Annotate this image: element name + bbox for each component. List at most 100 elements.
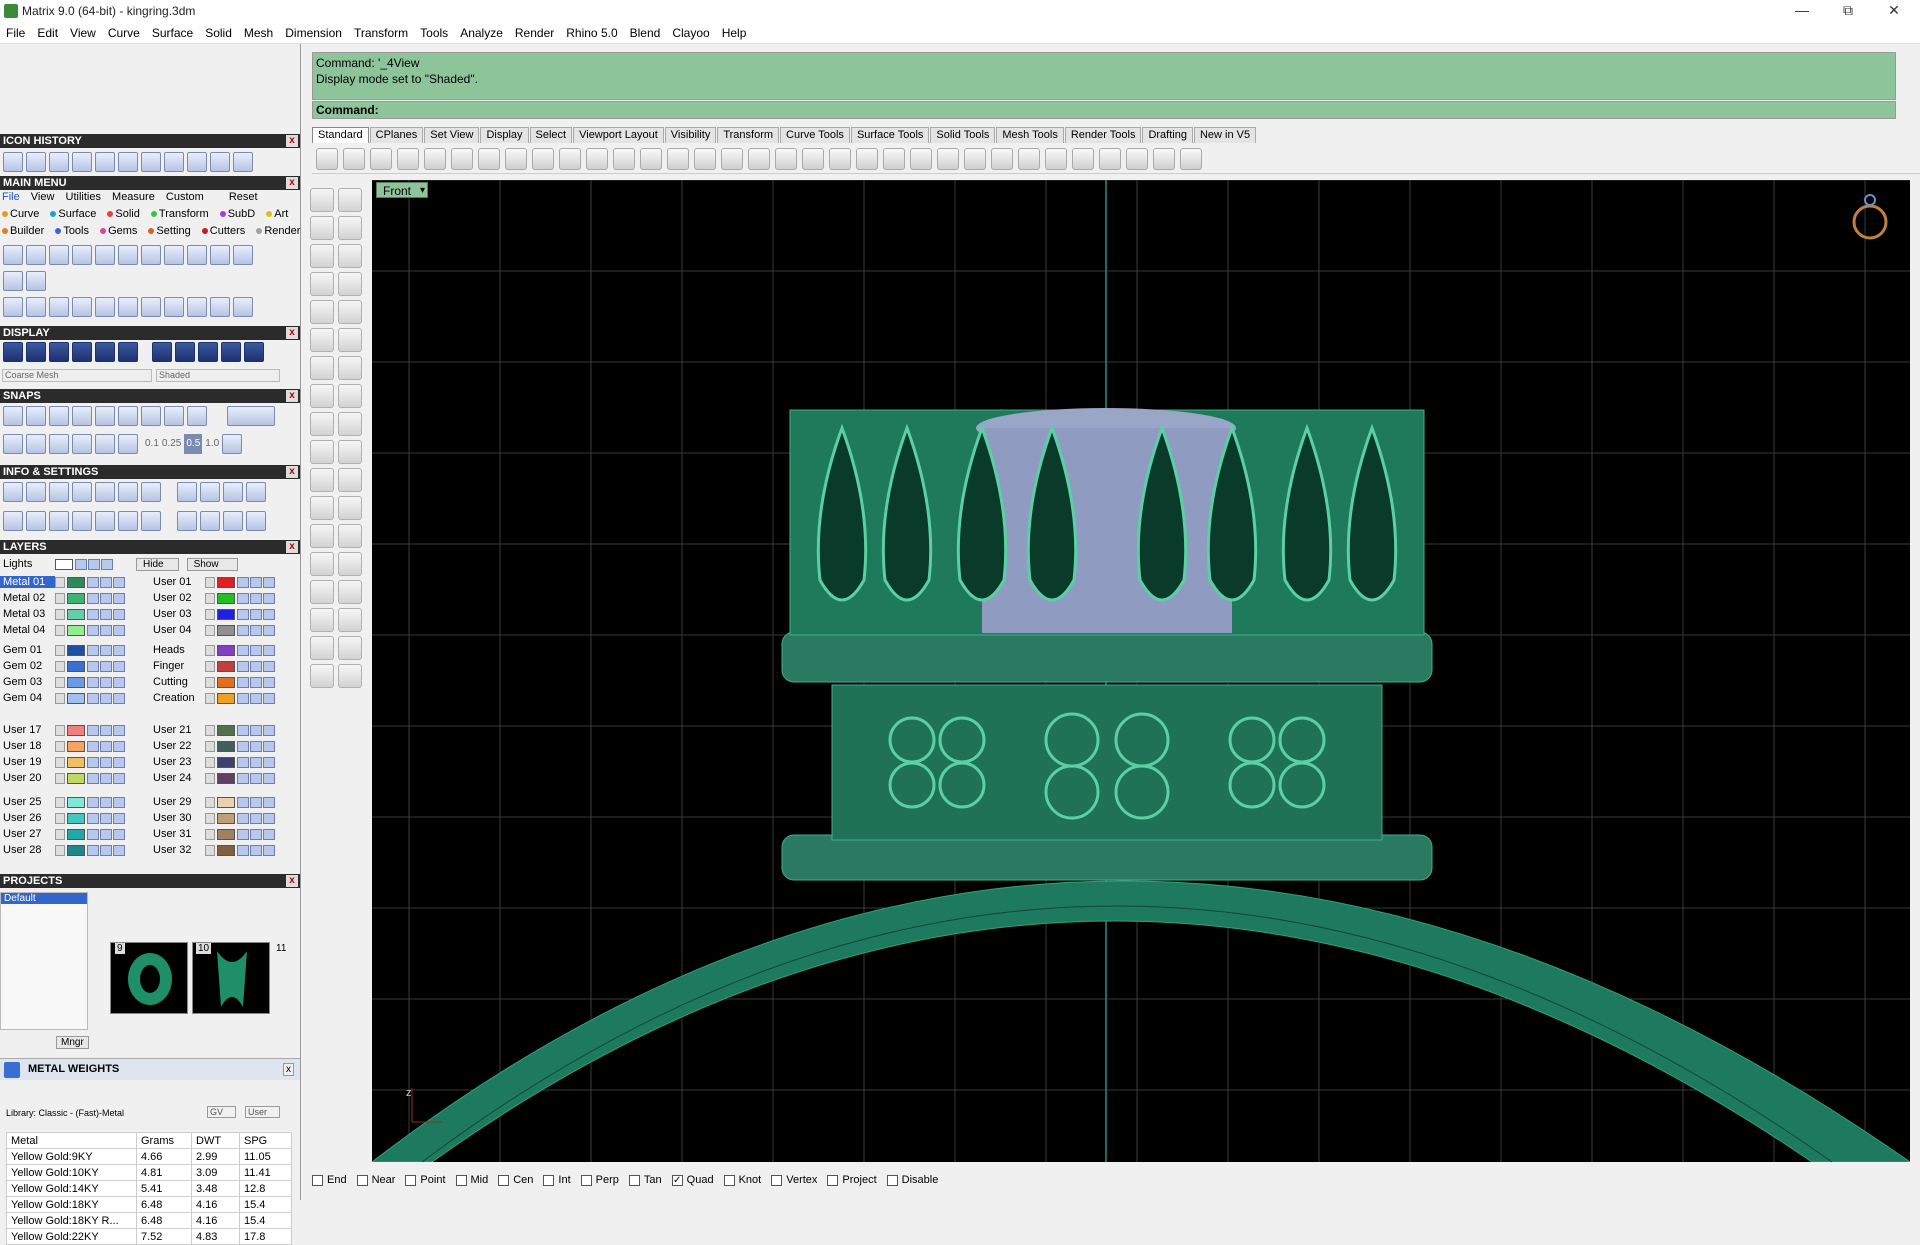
select-filter-icon[interactable] (1099, 147, 1121, 170)
layer-toggle[interactable] (100, 576, 112, 588)
drawing-tool-icon[interactable] (338, 216, 362, 240)
osnap-cen[interactable]: Cen (498, 1174, 533, 1186)
checkbox[interactable] (827, 1174, 839, 1186)
layer-toggle[interactable] (263, 844, 275, 856)
layer-toggle[interactable] (88, 558, 100, 570)
layer-toggle[interactable] (237, 644, 249, 656)
layer-current-toggle[interactable] (55, 676, 65, 688)
drawing-tool-icon[interactable] (310, 216, 334, 240)
menu-blend[interactable]: Blend (624, 26, 667, 40)
layer-current-toggle[interactable] (55, 644, 65, 656)
layer-current-toggle[interactable] (205, 608, 215, 620)
layer-toggle[interactable] (263, 812, 275, 824)
viewport-title-dropdown[interactable]: Front (376, 182, 429, 199)
gv-toggle[interactable]: GV (207, 1106, 237, 1118)
snap-value-01[interactable]: 0.1 (145, 434, 159, 454)
info-icon[interactable] (26, 511, 46, 531)
layer-current-toggle[interactable] (55, 660, 65, 672)
checkbox[interactable]: ✓ (671, 1174, 683, 1186)
ortho-toggle[interactable] (227, 406, 275, 426)
layer-color-swatch[interactable] (217, 608, 235, 620)
drawing-tool-icon[interactable] (310, 244, 334, 268)
layer-row[interactable]: User 29 (150, 795, 276, 809)
info-icon[interactable] (177, 482, 197, 502)
layer-current-toggle[interactable] (55, 828, 65, 840)
sphere-icon[interactable] (152, 342, 172, 362)
table-row[interactable]: Yellow Gold:10KY 4.81 3.09 11.41 (6, 1164, 292, 1181)
menu-render[interactable]: Render (509, 26, 560, 40)
ring-icon[interactable] (233, 297, 253, 317)
layer-color-swatch[interactable] (67, 796, 85, 808)
menu-transform[interactable]: Transform (348, 26, 414, 40)
tab-select[interactable]: Select (529, 127, 573, 143)
layer-toggle[interactable] (100, 676, 112, 688)
info-icon[interactable] (223, 511, 243, 531)
gold-sphere-icon[interactable] (244, 342, 264, 362)
layer-row[interactable]: User 32 (150, 843, 276, 857)
history-tool-icon[interactable] (26, 152, 46, 172)
main-menu-render[interactable]: Render (256, 225, 300, 237)
checkbox[interactable] (356, 1174, 368, 1186)
tool-icon[interactable] (72, 297, 92, 317)
layer-toggle[interactable] (113, 592, 125, 604)
snap-icon[interactable] (26, 406, 46, 426)
back-arrow-icon[interactable] (210, 152, 230, 172)
layer-row[interactable]: User 22 (150, 739, 276, 753)
minimize-button[interactable]: — (1780, 0, 1824, 22)
layer-toggle[interactable] (100, 724, 112, 736)
layer-toggle[interactable] (87, 828, 99, 840)
drawing-tool-icon[interactable] (310, 328, 334, 352)
history-tool-icon[interactable] (72, 152, 92, 172)
drawing-tool-icon[interactable] (310, 636, 334, 660)
layer-toggle[interactable] (263, 828, 275, 840)
snap-icon[interactable] (118, 434, 138, 454)
zoom-window-icon[interactable] (613, 147, 635, 170)
layer-toggle[interactable] (100, 592, 112, 604)
checkbox[interactable] (886, 1174, 898, 1186)
layer-color-swatch[interactable] (217, 644, 235, 656)
technical-icon[interactable] (118, 342, 138, 362)
xray-icon[interactable] (95, 342, 115, 362)
project-default[interactable]: Default (1, 893, 87, 904)
drawing-tool-icon[interactable] (310, 356, 334, 380)
snap-icon[interactable] (49, 434, 69, 454)
layer-toggle[interactable] (113, 724, 125, 736)
drawing-tool-icon[interactable] (338, 664, 362, 688)
layer-toggle[interactable] (87, 772, 99, 784)
wireframe-icon[interactable] (3, 342, 23, 362)
layer-current-toggle[interactable] (205, 772, 215, 784)
layer-row[interactable]: User 28 (0, 843, 126, 857)
tool-icon[interactable] (187, 297, 207, 317)
layer-current-toggle[interactable] (55, 772, 65, 784)
table-row[interactable]: Yellow Gold:18KY 6.48 4.16 15.4 (6, 1196, 292, 1213)
layer-toggle[interactable] (263, 644, 275, 656)
layer-color-swatch[interactable] (67, 740, 85, 752)
menu-view[interactable]: View (64, 26, 102, 40)
layer-toggle[interactable] (87, 624, 99, 636)
layer-row[interactable]: Cutting (150, 675, 276, 689)
save-icon[interactable] (95, 245, 115, 265)
layer-row[interactable]: User 17 (0, 723, 126, 737)
save-small-icon[interactable] (164, 245, 184, 265)
layer-toggle[interactable] (100, 692, 112, 704)
layer-toggle[interactable] (100, 644, 112, 656)
layer-toggle[interactable] (250, 796, 262, 808)
snap-icon[interactable] (95, 434, 115, 454)
layer-row[interactable]: User 21 (150, 723, 276, 737)
table-row[interactable]: Yellow Gold:18KY R... 6.48 4.16 15.4 (6, 1212, 292, 1229)
layer-icon[interactable] (964, 147, 986, 170)
tool-icon[interactable] (3, 297, 23, 317)
layer-current-toggle[interactable] (55, 756, 65, 768)
tab-curve-tools[interactable]: Curve Tools (780, 127, 850, 143)
checkbox[interactable] (771, 1174, 783, 1186)
close-button[interactable]: ✕ (1872, 0, 1916, 22)
layer-current-toggle[interactable] (205, 724, 215, 736)
close-icon[interactable]: x (283, 1063, 294, 1076)
layer-toggle[interactable] (263, 624, 275, 636)
tab-render-tools[interactable]: Render Tools (1064, 127, 1142, 143)
restore-button[interactable]: ⧉ (1826, 0, 1870, 22)
layers-icon[interactable] (3, 271, 23, 291)
snap-value-025[interactable]: 0.25 (162, 434, 181, 454)
layer-toggle[interactable] (100, 828, 112, 840)
osnap-tan[interactable]: Tan (628, 1174, 662, 1186)
